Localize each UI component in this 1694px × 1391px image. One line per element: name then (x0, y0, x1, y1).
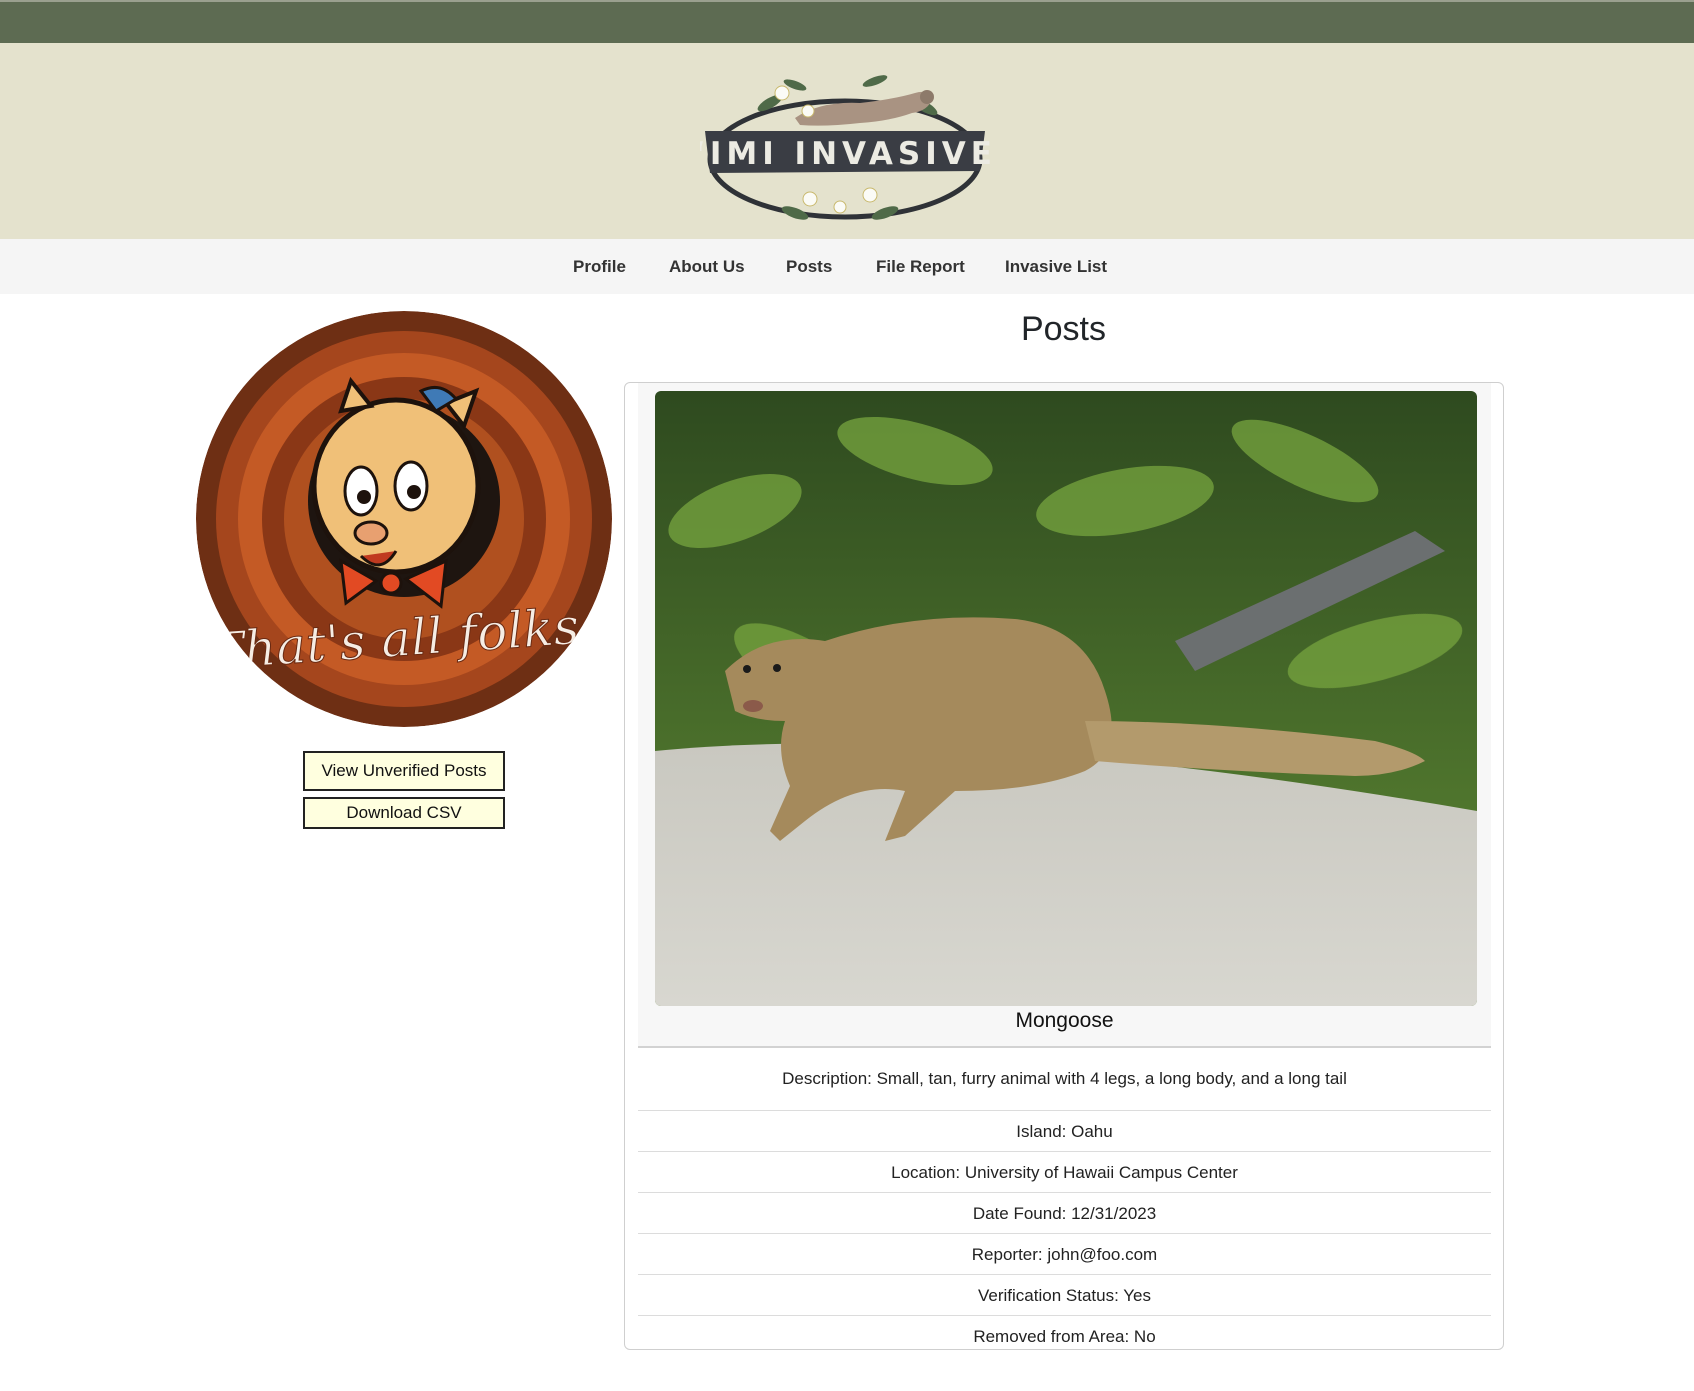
svg-text:‘IMI INVASIVE: ‘IMI INVASIVE (700, 136, 990, 172)
post-description: Description: Small, tan, furry animal wi… (638, 1055, 1491, 1111)
post-species-name: Mongoose (1015, 1009, 1114, 1032)
site-logo[interactable]: ‘IMI INVASIVE (700, 63, 990, 225)
nav-profile[interactable]: Profile (573, 257, 626, 277)
post-card-header: Mongoose (638, 383, 1491, 1048)
nav-invasive-list[interactable]: Invasive List (1005, 257, 1107, 277)
nav-posts[interactable]: Posts (786, 257, 832, 277)
post-removed-from-area: Removed from Area: No (973, 1327, 1156, 1346)
post-location: Location: University of Hawaii Campus Ce… (638, 1152, 1491, 1193)
post-card: Mongoose Description: Small, tan, furry … (624, 382, 1504, 1350)
post-island: Island: Oahu (638, 1111, 1491, 1152)
page-title: Posts (1020, 310, 1107, 348)
post-photo (655, 391, 1477, 1006)
header-banner: ‘IMI INVASIVE (0, 43, 1694, 239)
post-verification-status: Verification Status: Yes (638, 1275, 1491, 1316)
nav-file-report[interactable]: File Report (876, 257, 965, 277)
nav-about-us[interactable]: About Us (669, 257, 745, 277)
post-reporter: Reporter: john@foo.com (638, 1234, 1491, 1275)
top-bar (0, 0, 1694, 43)
download-csv-button[interactable]: Download CSV (303, 797, 505, 829)
profile-avatar: That's all folks (196, 311, 612, 727)
view-unverified-posts-button[interactable]: View Unverified Posts (303, 751, 505, 791)
main-navbar: Profile About Us Posts File Report Invas… (0, 239, 1694, 294)
post-date-found: Date Found: 12/31/2023 (638, 1193, 1491, 1234)
